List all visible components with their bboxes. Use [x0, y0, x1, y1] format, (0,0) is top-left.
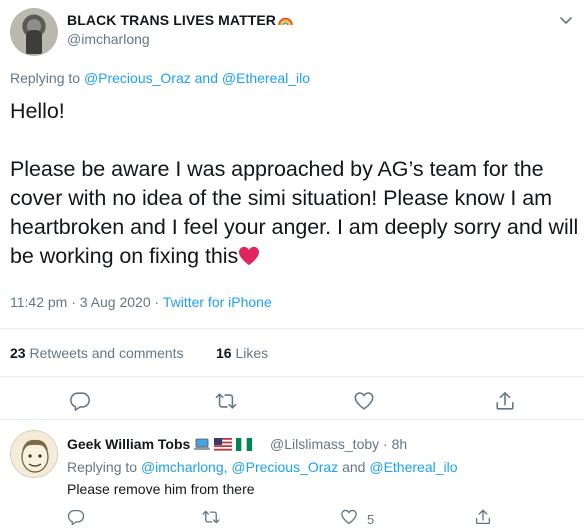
share-icon [496, 391, 514, 410]
display-name-text: BLACK TRANS LIVES MATTER [67, 12, 277, 28]
reply-tweet[interactable]: Geek William Tobs @Lilslimass_toby · 8h … [0, 420, 584, 528]
us-flag-icon [214, 438, 233, 451]
tweet-text-line: Hello! [10, 99, 65, 123]
replying-prefix: Replying to [67, 459, 138, 475]
timestamp-text[interactable]: 11:42 pm · 3 Aug 2020 · [10, 294, 163, 310]
reply-like-count: 5 [367, 512, 375, 527]
mention-link[interactable]: @Ethereal_ilo [222, 70, 310, 86]
avatar[interactable] [10, 430, 58, 478]
reply-icon [70, 392, 90, 411]
reply-handle[interactable]: @Lilslimass_toby · 8h [270, 436, 407, 452]
divider [0, 376, 584, 377]
mention-link[interactable]: @Precious_Oraz [231, 459, 338, 475]
divider [0, 328, 584, 329]
tweet-text: Hello! Please be aware I was approached … [10, 97, 580, 271]
reply-button[interactable] [67, 508, 87, 528]
display-name[interactable]: BLACK TRANS LIVES MATTER [67, 12, 293, 28]
tweet-timestamp: 11:42 pm · 3 Aug 2020 · Twitter for iPho… [10, 294, 272, 310]
retweet-icon [202, 510, 220, 524]
mention-link[interactable]: @Precious_Oraz [84, 70, 191, 86]
reply-display-name[interactable]: Geek William Tobs [67, 436, 252, 454]
red-heart-icon [239, 246, 260, 266]
reply-button[interactable] [69, 390, 91, 412]
heart-outline-icon [354, 392, 374, 410]
chevron-down-icon[interactable] [558, 12, 574, 28]
likes-label: Likes [235, 345, 269, 361]
tweet-text-paragraph: Please be aware I was approached by AG’s… [10, 155, 580, 271]
user-handle[interactable]: @imcharlong [67, 31, 150, 47]
mention-link[interactable]: @imcharlong, [141, 459, 228, 475]
nigeria-flag-icon [236, 438, 252, 451]
mention-and: and [342, 459, 366, 475]
source-link[interactable]: Twitter for iPhone [163, 294, 272, 310]
like-button[interactable] [340, 508, 360, 528]
reply-text: Please remove him from there [67, 481, 255, 497]
share-button[interactable] [474, 508, 494, 528]
replying-to: Replying to @imcharlong, @Precious_Oraz … [67, 459, 458, 475]
retweet-button[interactable] [202, 508, 222, 528]
retweets-label: Retweets and comments [29, 345, 184, 361]
like-button[interactable] [353, 390, 375, 412]
reply-display-name-text: Geek William Tobs [67, 436, 191, 452]
reply-actions [0, 508, 584, 528]
main-tweet: BLACK TRANS LIVES MATTER @imcharlong Rep… [0, 0, 584, 419]
avatar[interactable] [10, 8, 58, 56]
cartoon-face-icon [11, 431, 57, 477]
share-button[interactable] [494, 390, 516, 412]
tweet-actions [0, 390, 584, 414]
mention-link[interactable]: @Ethereal_ilo [369, 459, 457, 475]
likes-stat[interactable]: 16 Likes [216, 345, 268, 361]
likes-count: 16 [216, 345, 232, 361]
retweets-stat[interactable]: 23 Retweets and comments [10, 345, 184, 361]
heart-outline-icon [341, 509, 357, 525]
mention-and: and [194, 70, 218, 86]
reply-icon [67, 509, 85, 526]
retweet-icon [215, 393, 237, 409]
retweets-count: 23 [10, 345, 26, 361]
replying-to: Replying to @Precious_Oraz and @Ethereal… [10, 70, 310, 86]
share-icon [475, 509, 491, 525]
laptop-icon [194, 438, 211, 450]
engagement-stats: 23 Retweets and comments 16 Likes [10, 345, 268, 361]
rainbow-icon [278, 17, 293, 26]
replying-prefix: Replying to [10, 70, 81, 86]
tweet-text-paragraph-text: Please be aware I was approached by AG’s… [10, 157, 579, 268]
retweet-button[interactable] [215, 390, 237, 412]
name-emojis [194, 438, 252, 454]
